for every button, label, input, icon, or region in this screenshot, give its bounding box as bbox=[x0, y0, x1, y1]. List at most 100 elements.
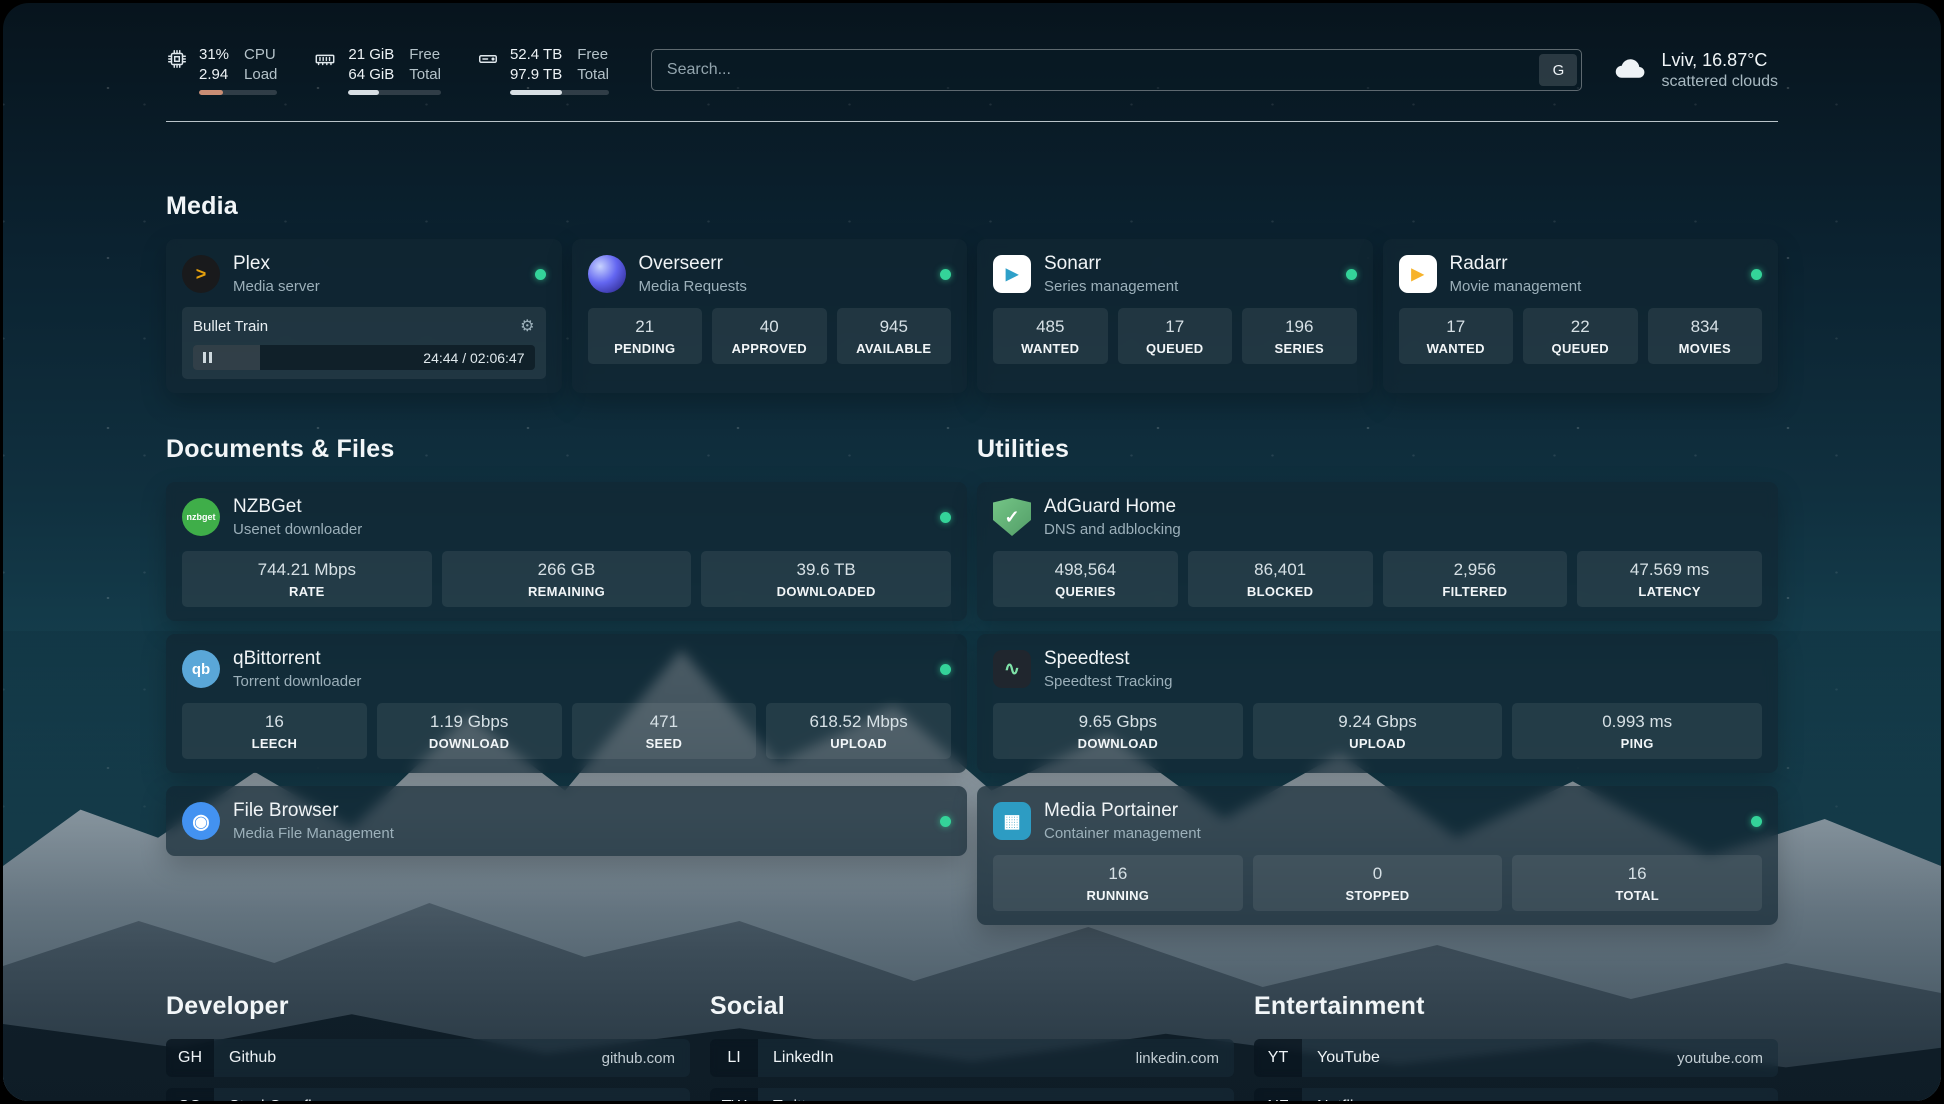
service-description: Media Requests bbox=[639, 278, 747, 295]
stat-tile: 1.19 GbpsDOWNLOAD bbox=[377, 703, 562, 759]
stat-label: SEED bbox=[578, 736, 751, 751]
service-name: Overseerr bbox=[639, 253, 747, 275]
stat-value: 16 bbox=[1518, 864, 1756, 884]
cpu-stats: 31% 2.94 CPU Load bbox=[199, 45, 277, 95]
service-text: Radarr Movie management bbox=[1450, 253, 1582, 295]
service-card-nzbget[interactable]: nzbgetNZBGetUsenet downloader744.21 Mbps… bbox=[166, 482, 967, 621]
cpu-label: CPU bbox=[244, 45, 277, 65]
cpu-load-value: 2.94 bbox=[199, 65, 229, 85]
plex-card-header: > Plex Media server bbox=[182, 253, 546, 295]
memory-free-value: 21 GiB bbox=[348, 45, 394, 65]
stat-tile: 86,401BLOCKED bbox=[1188, 551, 1373, 607]
stat-value: 196 bbox=[1248, 317, 1351, 337]
service-card-qbittorrent[interactable]: qbqBittorrentTorrent downloader16LEECH1.… bbox=[166, 634, 967, 773]
stat-label: WANTED bbox=[999, 341, 1102, 356]
radarr-card-header: ▶RadarrMovie management bbox=[1399, 253, 1763, 295]
bookmark-url: netflix.com bbox=[1691, 1099, 1778, 1102]
memory-total-label: Total bbox=[409, 65, 441, 85]
service-description: Container management bbox=[1044, 825, 1201, 842]
stat-tile: 16RUNNING bbox=[993, 855, 1243, 911]
stat-value: 834 bbox=[1654, 317, 1757, 337]
stat-value: 16 bbox=[188, 712, 361, 732]
memory-stats: 21 GiB 64 GiB Free Total bbox=[348, 45, 441, 95]
qbittorrent-card-header: qbqBittorrentTorrent downloader bbox=[182, 648, 951, 690]
service-name: Radarr bbox=[1450, 253, 1582, 275]
disk-total-value: 97.9 TB bbox=[510, 65, 562, 85]
stat-value: 86,401 bbox=[1194, 560, 1367, 580]
service-card-adguard[interactable]: ✓AdGuard HomeDNS and adblocking498,564QU… bbox=[977, 482, 1778, 621]
cloud-icon bbox=[1612, 50, 1648, 91]
bookmark-name: Twitter bbox=[758, 1098, 820, 1101]
search-engine-button[interactable]: G bbox=[1539, 54, 1577, 86]
bookmark-stackoverflow[interactable]: SOStackOverflowstackoverflow.com bbox=[166, 1088, 690, 1101]
top-bar: 31% 2.94 CPU Load bbox=[166, 3, 1778, 95]
status-dot-online bbox=[1346, 269, 1357, 280]
stat-value: 0.993 ms bbox=[1518, 712, 1756, 732]
stat-label: REMAINING bbox=[448, 584, 686, 599]
bookmark-linkedin[interactable]: LILinkedInlinkedin.com bbox=[710, 1039, 1234, 1077]
status-dot-online bbox=[1751, 816, 1762, 827]
search-bar: G bbox=[651, 49, 1583, 91]
stat-label: FILTERED bbox=[1389, 584, 1562, 599]
memory-free-label: Free bbox=[409, 45, 441, 65]
stat-label: DOWNLOADED bbox=[707, 584, 945, 599]
bookmark-abbr: YT bbox=[1254, 1039, 1302, 1077]
bookmark-netflix[interactable]: NFNetflixnetflix.com bbox=[1254, 1088, 1778, 1101]
service-description: Torrent downloader bbox=[233, 673, 361, 690]
status-dot-online bbox=[940, 664, 951, 675]
service-card-radarr[interactable]: ▶RadarrMovie management17WANTED22QUEUED8… bbox=[1383, 239, 1779, 393]
service-card-overseerr[interactable]: OverseerrMedia Requests21PENDING40APPROV… bbox=[572, 239, 968, 393]
nzbget-icon: nzbget bbox=[182, 498, 220, 536]
qbittorrent-icon: qb bbox=[182, 650, 220, 688]
stat-value: 744.21 Mbps bbox=[188, 560, 426, 580]
service-card-filebrowser[interactable]: ◉File BrowserMedia File Management bbox=[166, 786, 967, 856]
service-text: SonarrSeries management bbox=[1044, 253, 1178, 295]
stat-label: UPLOAD bbox=[1259, 736, 1497, 751]
service-stats: 21PENDING40APPROVED945AVAILABLE bbox=[588, 308, 952, 364]
stat-tile: 744.21 MbpsRATE bbox=[182, 551, 432, 607]
pause-icon[interactable] bbox=[203, 352, 212, 363]
stat-label: DOWNLOAD bbox=[383, 736, 556, 751]
section-title-utilities: Utilities bbox=[977, 435, 1778, 464]
stat-value: 47.569 ms bbox=[1583, 560, 1756, 580]
service-stats: 17WANTED22QUEUED834MOVIES bbox=[1399, 308, 1763, 364]
stat-value: 21 bbox=[594, 317, 697, 337]
stat-tile: 22QUEUED bbox=[1523, 308, 1638, 364]
disk-total-label: Total bbox=[577, 65, 609, 85]
service-card-sonarr[interactable]: ▶SonarrSeries management485WANTED17QUEUE… bbox=[977, 239, 1373, 393]
bookmark-group-developer: DeveloperGHGithubgithub.comSOStackOverfl… bbox=[166, 992, 690, 1101]
memory-widget: 21 GiB 64 GiB Free Total bbox=[313, 45, 441, 95]
now-playing-header: Bullet Train ⚙ bbox=[193, 316, 535, 336]
stat-tile: 498,564QUERIES bbox=[993, 551, 1178, 607]
status-dot-online bbox=[1751, 269, 1762, 280]
stat-tile: 834MOVIES bbox=[1648, 308, 1763, 364]
weather-widget: Lviv, 16.87°C scattered clouds bbox=[1612, 50, 1778, 91]
load-label: Load bbox=[244, 65, 277, 85]
gear-icon[interactable]: ⚙ bbox=[520, 316, 534, 336]
bookmark-twitter[interactable]: TWTwittertwitter.com bbox=[710, 1088, 1234, 1101]
cpu-usage-bar bbox=[199, 90, 277, 95]
service-stats: 498,564QUERIES86,401BLOCKED2,956FILTERED… bbox=[993, 551, 1762, 607]
plex-text: Plex Media server bbox=[233, 253, 320, 295]
bookmark-github[interactable]: GHGithubgithub.com bbox=[166, 1039, 690, 1077]
bookmark-url: github.com bbox=[602, 1050, 690, 1067]
service-card-portainer[interactable]: ▦Media PortainerContainer management16RU… bbox=[977, 786, 1778, 925]
service-card-plex[interactable]: > Plex Media server Bullet Train ⚙ bbox=[166, 239, 562, 393]
search-input[interactable] bbox=[651, 49, 1583, 91]
service-description: Movie management bbox=[1450, 278, 1582, 295]
memory-total-value: 64 GiB bbox=[348, 65, 394, 85]
bookmark-abbr: NF bbox=[1254, 1088, 1302, 1101]
stat-label: PENDING bbox=[594, 341, 697, 356]
stat-value: 9.65 Gbps bbox=[999, 712, 1237, 732]
bookmark-youtube[interactable]: YTYouTubeyoutube.com bbox=[1254, 1039, 1778, 1077]
service-text: Media PortainerContainer management bbox=[1044, 800, 1201, 842]
service-card-speedtest[interactable]: ∿SpeedtestSpeedtest Tracking9.65 GbpsDOW… bbox=[977, 634, 1778, 773]
playback-progress-bar[interactable]: 24:44 / 02:06:47 bbox=[193, 345, 535, 370]
bookmark-url: linkedin.com bbox=[1136, 1050, 1234, 1067]
stat-value: 40 bbox=[718, 317, 821, 337]
section-title-documents: Documents & Files bbox=[166, 435, 967, 464]
disk-icon bbox=[477, 48, 499, 95]
stat-value: 17 bbox=[1124, 317, 1227, 337]
stat-value: 618.52 Mbps bbox=[772, 712, 945, 732]
stat-value: 485 bbox=[999, 317, 1102, 337]
